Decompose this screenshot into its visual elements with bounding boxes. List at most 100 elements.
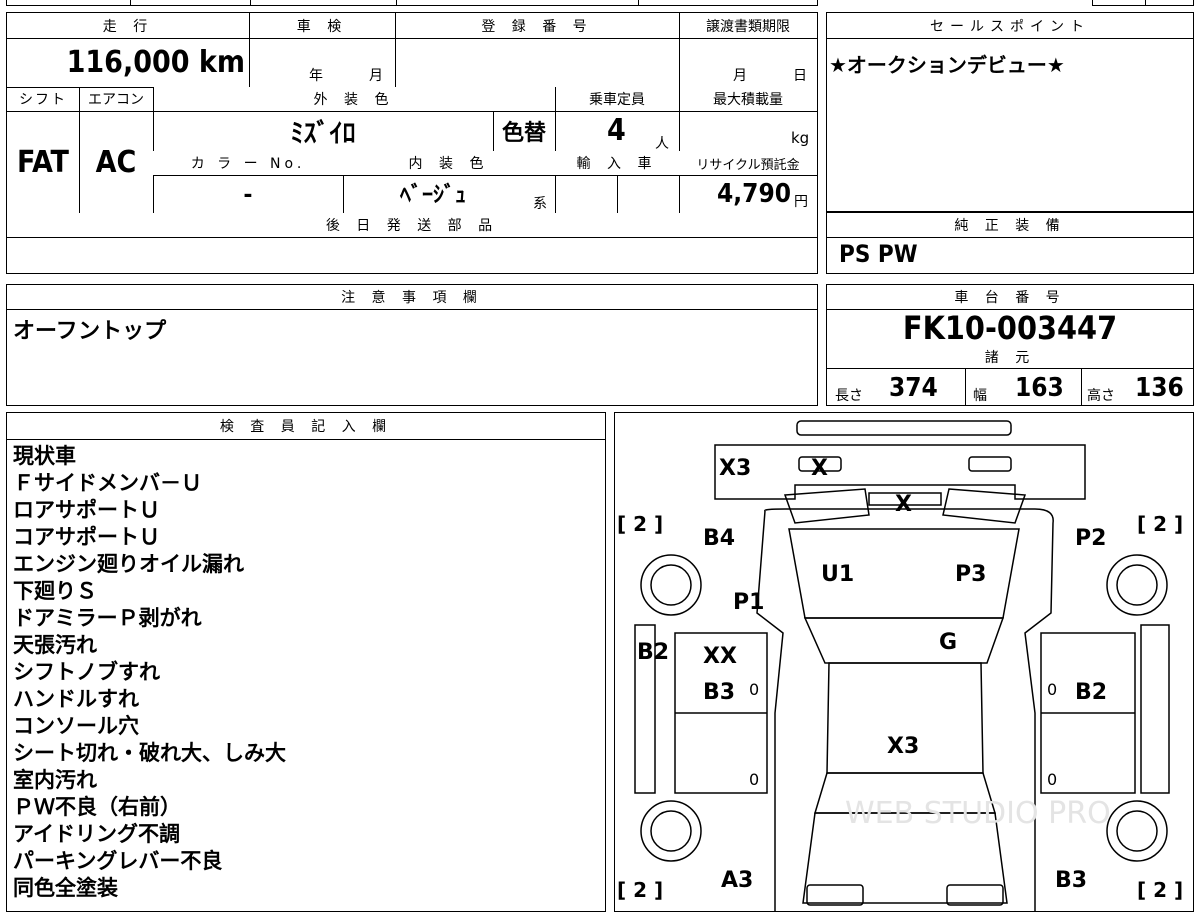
- inspection-year: 年: [309, 68, 323, 84]
- list-item: ドアミラーＰ剥がれ: [13, 606, 202, 630]
- list-item: コアサポートＵ: [13, 525, 160, 549]
- list-item: パーキングレバー不良: [13, 849, 223, 873]
- mileage-label: 走 行: [7, 13, 249, 38]
- inspection-month: 月: [369, 68, 383, 84]
- mark-b2-left: B2: [637, 640, 669, 665]
- mark-xx: XX: [703, 644, 737, 669]
- capacity-value: 4: [607, 113, 626, 148]
- deadline-label: 譲渡書類期限: [679, 13, 817, 38]
- notes-box: 注 意 事 項 欄 オーフントップ: [6, 284, 818, 406]
- width-value: 163: [1015, 373, 1064, 403]
- genuine-equipment-label: 純 正 装 備: [827, 213, 1193, 237]
- ac-label: エアコン: [88, 92, 144, 108]
- interior-color-value: ﾍﾞｰｼﾞｭ: [399, 183, 466, 208]
- recycle-value: 4,790: [717, 179, 791, 209]
- inspection-label: 車 検: [249, 13, 395, 38]
- chassis-number: FK10-003447: [902, 309, 1118, 347]
- chassis-box: 車 台 番 号 FK10-003447 諸 元 長さ 374 幅 163 高さ …: [826, 284, 1194, 406]
- mark-g: G: [939, 630, 957, 655]
- color-no-label: カ ラ ー No.: [153, 151, 343, 175]
- car-diagram-box: WEB STUDIO PRO X3 X X B4 P2 U1 P3 P1 G B…: [614, 412, 1194, 912]
- ac-value: AC: [95, 144, 137, 180]
- mark-zero: 0: [749, 680, 759, 699]
- height-label: 高さ: [1087, 388, 1115, 404]
- mark-b4: B4: [703, 526, 735, 551]
- mark-p2: P2: [1075, 526, 1106, 551]
- exterior-color-value: ﾐｽﾞｲﾛ: [290, 118, 356, 149]
- mark-x-hood: X: [895, 492, 912, 517]
- genuine-equipment-value: PS PW: [839, 240, 918, 268]
- interior-color-suffix: 系: [533, 196, 547, 212]
- shift-label: シフト: [19, 92, 67, 108]
- list-item: コンソール穴: [13, 714, 139, 738]
- list-item: シフトノブすれ: [13, 660, 160, 684]
- watermark: WEB STUDIO PRO: [845, 796, 1111, 831]
- vehicle-info-table: 走 行 車 検 登 録 番 号 譲渡書類期限 116,000 km 年 月 月 …: [6, 12, 818, 274]
- import-label: 輸 入 車: [555, 151, 679, 175]
- shift-value: FAT: [17, 144, 69, 180]
- top-strip: [6, 0, 818, 6]
- list-item: アイドリング不調: [13, 822, 180, 846]
- mark-x3-roof: X3: [887, 734, 919, 759]
- width-label: 幅: [973, 388, 987, 404]
- recycle-unit: 円: [794, 194, 808, 210]
- sales-point-text: ★オークションデビュー★: [829, 53, 1065, 77]
- list-item: 下廻りＳ: [13, 579, 97, 603]
- max-load-label: 最大積載量: [679, 87, 817, 111]
- mark-b3-left: B3: [703, 680, 735, 705]
- deadline-month: 月: [733, 68, 747, 84]
- mark-x-front: X: [811, 456, 828, 481]
- tire-bl-label: [ 2 ]: [617, 878, 663, 902]
- mark-p1: P1: [733, 590, 764, 615]
- tire-tr-label: [ 2 ]: [1137, 512, 1183, 536]
- mark-b3-right: B3: [1055, 868, 1087, 893]
- list-item: 同色全塗装: [13, 876, 118, 900]
- list-item: 室内汚れ: [13, 768, 97, 792]
- chassis-label: 車 台 番 号: [827, 285, 1193, 309]
- mark-zero: 0: [749, 770, 759, 789]
- spec-label: 諸 元: [827, 346, 1193, 368]
- notes-text: オーフントップ: [13, 319, 167, 344]
- color-no-value: -: [243, 182, 253, 208]
- list-item: Ｆサイドメンバ－Ｕ: [13, 471, 202, 495]
- list-item: ＰＷ不良（右前）: [13, 795, 181, 819]
- repaint-label: 色替: [501, 121, 546, 146]
- sales-point-label: セールスポイント: [827, 13, 1193, 38]
- inspector-list: 現状車 Ｆサイドメンバ－Ｕ ロアサポートＵ コアサポートＵ エンジン廻りオイル漏…: [13, 443, 286, 902]
- top-strip-right: [1092, 0, 1194, 6]
- mark-x3-front: X3: [719, 456, 751, 481]
- notes-label: 注 意 事 項 欄: [7, 285, 817, 309]
- mark-p3: P3: [955, 562, 986, 587]
- genuine-equipment-box: 純 正 装 備 PS PW: [826, 212, 1194, 274]
- list-item: ロアサポートＵ: [13, 498, 160, 522]
- tire-tl-label: [ 2 ]: [617, 512, 663, 536]
- sales-point-box: セールスポイント ★オークションデビュー★: [826, 12, 1194, 212]
- tire-br-label: [ 2 ]: [1137, 878, 1183, 902]
- capacity-label: 乗車定員: [555, 87, 679, 111]
- length-value: 374: [889, 373, 938, 403]
- max-load-unit: kg: [791, 129, 810, 147]
- registration-label: 登 録 番 号: [395, 13, 679, 38]
- deadline-day: 日: [793, 68, 807, 84]
- car-diagram: WEB STUDIO PRO X3 X X B4 P2 U1 P3 P1 G B…: [617, 420, 1183, 911]
- list-item: ハンドルすれ: [13, 687, 139, 711]
- height-value: 136: [1135, 373, 1184, 403]
- mark-u1: U1: [821, 562, 854, 587]
- list-item: 天張汚れ: [13, 633, 97, 657]
- list-item: エンジン廻りオイル漏れ: [13, 552, 244, 576]
- mark-zero: 0: [1047, 680, 1057, 699]
- inspector-box: 検 査 員 記 入 欄 現状車 Ｆサイドメンバ－Ｕ ロアサポートＵ コアサポート…: [6, 412, 606, 912]
- list-item: シート切れ・破れ大、しみ大: [13, 741, 286, 765]
- mark-a3: A3: [721, 868, 753, 893]
- later-parts-label: 後 日 発 送 部 品: [7, 213, 817, 237]
- mark-zero: 0: [1047, 770, 1057, 789]
- inspector-label: 検 査 員 記 入 欄: [7, 413, 605, 439]
- length-label: 長さ: [835, 388, 863, 404]
- interior-color-label: 内 装 色: [343, 151, 555, 175]
- list-item: 現状車: [13, 444, 76, 468]
- recycle-label: リサイクル預託金: [679, 151, 817, 175]
- capacity-unit: 人: [655, 136, 669, 152]
- mileage-value: 116,000 km: [66, 45, 245, 80]
- exterior-color-label: 外 装 色: [153, 87, 555, 111]
- mark-b2-right: B2: [1075, 680, 1107, 705]
